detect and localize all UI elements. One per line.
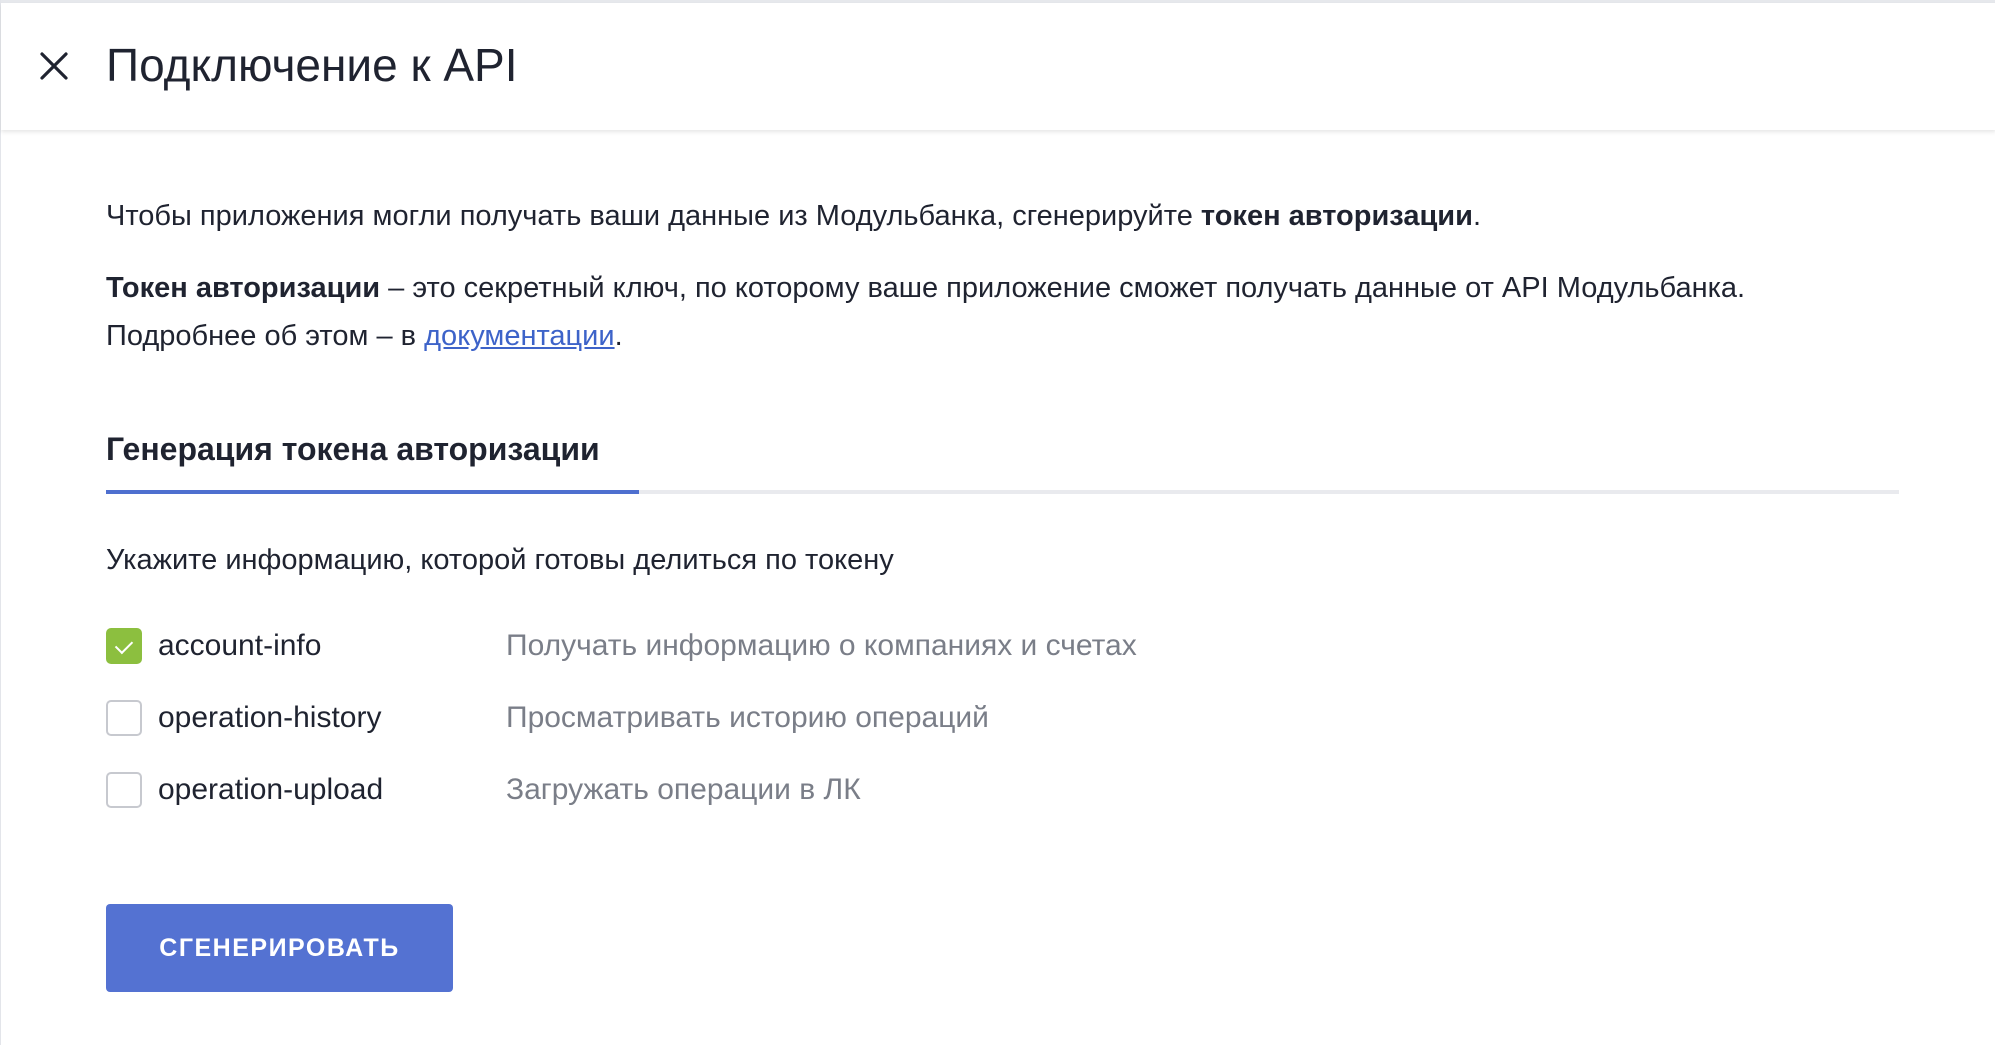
scopes-prompt: Укажите информацию, которой готовы делит… xyxy=(106,544,894,576)
token-definition-paragraph: Токен авторизации – это секретный ключ, … xyxy=(106,264,1826,360)
close-button[interactable] xyxy=(29,41,79,91)
scope-checkbox-operation-upload[interactable] xyxy=(106,772,142,808)
scope-row-operation-history[interactable]: operation-history Просматривать историю … xyxy=(106,694,1506,742)
scope-name: operation-history xyxy=(158,701,382,734)
scope-row-account-info[interactable]: account-info Получать информацию о компа… xyxy=(106,622,1506,670)
documentation-link[interactable]: документации xyxy=(424,320,614,352)
scope-description: Загружать операции в ЛК xyxy=(506,773,861,806)
token-definition-end: . xyxy=(614,320,623,352)
tab-bar: Генерация токена авторизации xyxy=(106,420,1899,494)
intro-text: Чтобы приложения могли получать ваши дан… xyxy=(106,200,1201,232)
intro-bold-term: токен авторизации xyxy=(1200,200,1473,232)
scope-name: operation-upload xyxy=(158,773,384,806)
scope-row-operation-upload[interactable]: operation-upload Загружать операции в ЛК xyxy=(106,766,1506,814)
page-title: Подключение к API xyxy=(106,39,518,91)
tab-token-generation[interactable]: Генерация токена авторизации xyxy=(106,420,639,494)
scope-description: Просматривать историю операций xyxy=(506,701,989,734)
token-term: Токен авторизации xyxy=(106,272,381,304)
scope-description: Получать информацию о компаниях и счетах xyxy=(506,629,1137,662)
scope-checkbox-operation-history[interactable] xyxy=(106,700,142,736)
intro-paragraph: Чтобы приложения могли получать ваши дан… xyxy=(106,192,1481,240)
generate-button[interactable]: СГЕНЕРИРОВАТЬ xyxy=(106,904,453,992)
close-icon xyxy=(40,52,68,80)
panel-header: Подключение к API xyxy=(1,3,1995,130)
intro-text-end: . xyxy=(1472,200,1481,232)
scope-checkbox-account-info[interactable] xyxy=(106,628,142,664)
scope-name: account-info xyxy=(158,629,322,662)
api-connection-panel: Подключение к API Чтобы приложения могли… xyxy=(0,0,1995,1045)
